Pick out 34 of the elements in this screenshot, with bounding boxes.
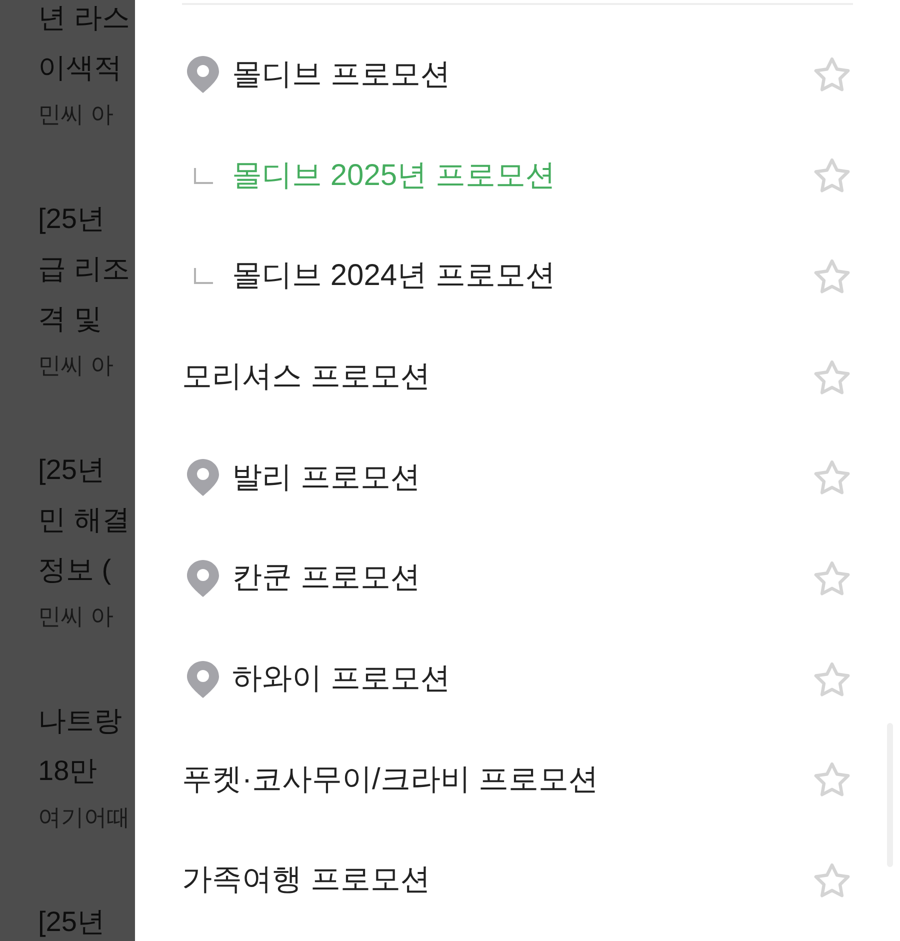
menu-item[interactable]: 발리 프로모션 [187, 458, 420, 498]
location-pin-icon [187, 560, 219, 597]
menu-item[interactable]: 푸켓·코사무이/크라비 프로모션 [182, 760, 599, 800]
star-icon[interactable] [814, 258, 850, 295]
location-pin-icon [187, 660, 219, 698]
post-title-line: 18만 [38, 754, 98, 788]
post-title-line: [25년 [38, 905, 105, 939]
star-icon[interactable] [814, 660, 850, 698]
star-icon[interactable] [814, 560, 850, 597]
menu-item[interactable]: 하와이 프로모션 [187, 659, 450, 700]
star-icon[interactable] [814, 358, 850, 396]
post-title-line: 정보 ( [38, 553, 112, 587]
post-title-line: 이색적 [38, 51, 122, 85]
indent-icon [194, 268, 213, 284]
post-title-line: 민 해결 [38, 503, 130, 537]
star-icon[interactable] [814, 862, 850, 899]
post-title-line: [25년 [38, 453, 105, 487]
indent-icon [194, 168, 213, 184]
menu-item[interactable]: 몰디브 프로모션 [187, 54, 450, 95]
menu-item[interactable]: 칸쿤 프로모션 [187, 558, 420, 598]
location-pin-icon [187, 459, 219, 496]
location-pin-icon [187, 56, 219, 94]
menu-item[interactable]: 가족여행 프로모션 [182, 860, 430, 900]
star-icon[interactable] [814, 157, 850, 194]
post-title-line: 급 리조 [38, 252, 130, 286]
menu-item[interactable]: 모리셔스 프로모션 [182, 357, 430, 397]
post-title-line: 격 및 [38, 302, 102, 336]
star-icon[interactable] [814, 459, 850, 496]
post-title-line: 나트랑 [38, 704, 122, 738]
star-icon[interactable] [814, 56, 850, 94]
star-icon[interactable] [814, 761, 850, 798]
post-title-line: [25년 [38, 202, 105, 236]
post-title-line: 년 라스 [38, 1, 130, 35]
sub-menu-item[interactable]: 몰디브 2024년 프로모션 [194, 256, 556, 296]
